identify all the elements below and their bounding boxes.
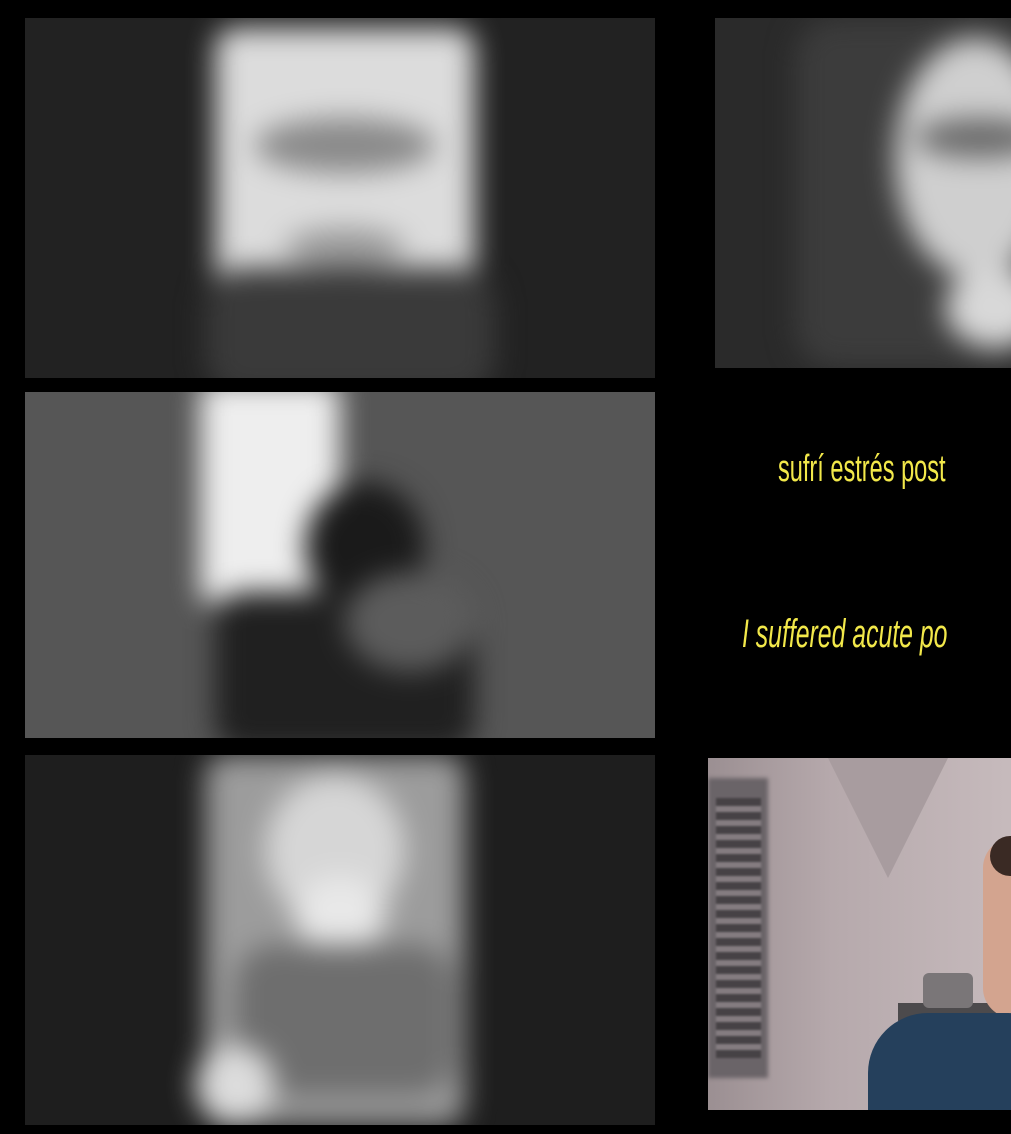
video-call-grid: sufrí estrés post I suffered acute po (0, 0, 1011, 1134)
participant-video-tile-1[interactable] (25, 18, 655, 378)
subtitle-english: I suffered acute po (742, 612, 948, 656)
participant-5-webcam-video (708, 758, 1011, 1110)
participant-4-blurred-video (25, 755, 655, 1125)
participant-1-blurred-video (25, 18, 655, 378)
participant-video-tile-5[interactable] (708, 758, 1011, 1110)
participant-video-tile-2[interactable] (715, 18, 1011, 368)
participant-video-tile-4[interactable] (25, 755, 655, 1125)
subtitle-spanish: sufrí estrés post (778, 448, 946, 490)
participant-2-blurred-video (715, 18, 1011, 368)
participant-3-blurred-video (25, 392, 655, 738)
participant-video-tile-3[interactable] (25, 392, 655, 738)
